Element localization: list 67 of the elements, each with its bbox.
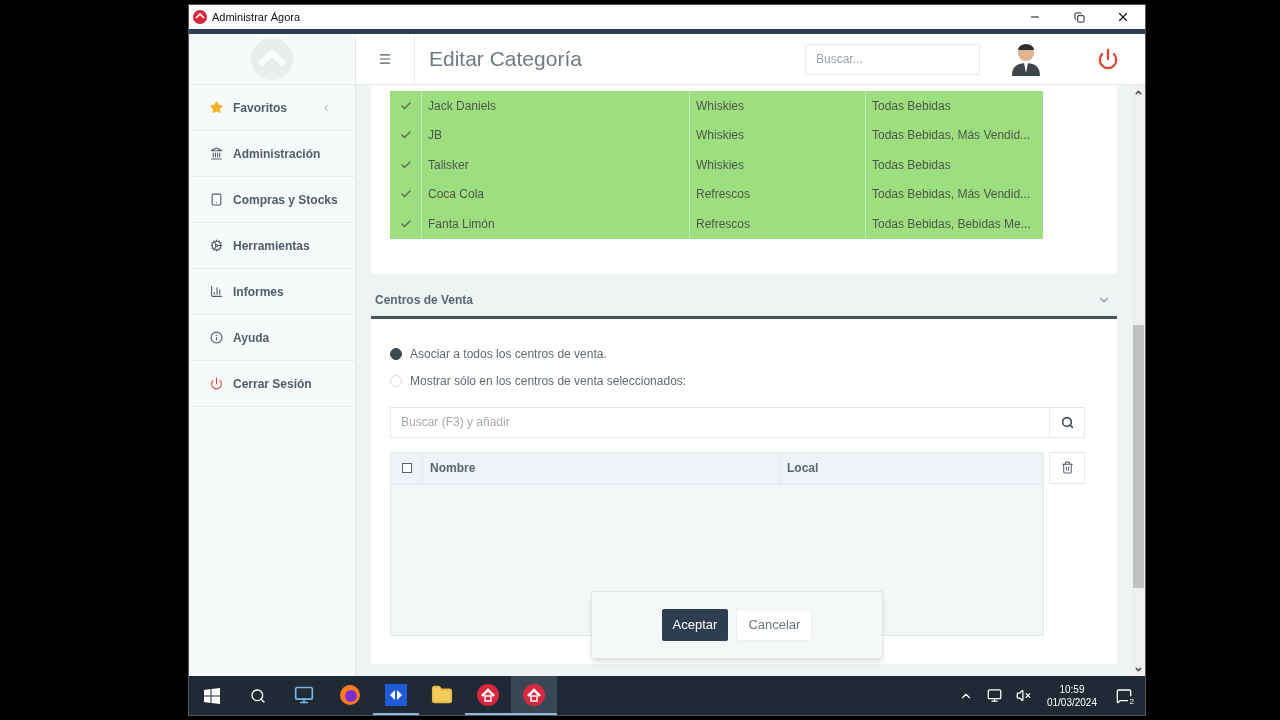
search-icon: [250, 687, 266, 704]
chevron-left-icon: [321, 102, 331, 113]
windows-logo-icon: [204, 687, 220, 704]
table-cell-text: Refrescos: [696, 186, 751, 204]
search-field[interactable]: Buscar...: [805, 43, 980, 75]
scroll-down-icon[interactable]: [1134, 665, 1143, 674]
sidebar-item[interactable]: Favoritos: [189, 85, 355, 131]
tablet-icon: [210, 193, 223, 206]
sidebar-item[interactable]: Informes: [189, 269, 355, 315]
notifications-button[interactable]: 2: [1103, 676, 1145, 715]
table-cell-text: Whiskies: [696, 127, 744, 145]
table-cell-text: Todas Bebidas: [872, 97, 951, 115]
close-icon: [1116, 10, 1130, 24]
user-avatar-icon: [1010, 42, 1042, 76]
clock[interactable]: 10:59 01/03/2024: [1040, 682, 1103, 709]
table-cell-text: Whiskies: [696, 156, 744, 174]
table-cell-text: Todas Bebidas: [872, 156, 951, 174]
sidebar-item[interactable]: Herramientas: [189, 223, 355, 269]
notification-icon: [1116, 687, 1132, 704]
power-icon[interactable]: [1097, 48, 1119, 70]
window-title: Administrar Ágora: [212, 9, 301, 25]
sidebar-item[interactable]: Cerrar Sesión: [189, 361, 355, 407]
column-header: Nombre: [430, 460, 476, 477]
app-logo-icon: [476, 682, 500, 707]
checkbox[interactable]: [401, 463, 412, 473]
table-cell-text: Todas Bebidas, Bebidas Me...: [872, 215, 1031, 233]
column-header: Local: [787, 460, 819, 477]
computer-icon: [294, 684, 314, 705]
table-cell-text: JB: [428, 127, 442, 145]
table-cell-text: Coca Cola: [428, 186, 485, 204]
table-cell-text: Whiskies: [696, 97, 744, 115]
app-logo-icon: [522, 682, 546, 707]
table-cell-text: Talisker: [428, 156, 469, 174]
radio-label: Mostrar sólo en los centros de venta seleccionados:: [410, 373, 687, 390]
table-cell-text: Todas Bebidas, Más Vendid...: [872, 127, 1031, 145]
star-icon: [210, 101, 223, 114]
table-cell-text: Todas Bebidas, Más Vendid...: [872, 186, 1031, 204]
muted-speaker-icon[interactable]: [1015, 688, 1031, 703]
search-button[interactable]: [1050, 406, 1085, 438]
taskbar-app[interactable]: [511, 676, 557, 715]
search-icon: [1060, 415, 1074, 429]
sidebar-item[interactable]: Ayuda: [189, 315, 355, 361]
table-cell-text: Fanta Limón: [428, 215, 495, 233]
search-add-field[interactable]: Buscar (F3) y añadir: [390, 406, 1050, 438]
bar-chart-icon: [210, 285, 223, 298]
app-logo-icon: [193, 10, 207, 24]
accept-button[interactable]: Aceptar: [661, 609, 729, 641]
sidebar-item[interactable]: Administración: [189, 131, 355, 177]
table-cell-text: Refrescos: [696, 215, 751, 233]
trash-icon: [1060, 461, 1074, 474]
folder-icon: [431, 683, 453, 706]
sidebar-item[interactable]: Compras y Stocks: [189, 177, 355, 223]
bank-icon: [210, 147, 223, 160]
menu-icon: [378, 52, 392, 66]
radio-label: Asociar a todos los centros de venta.: [410, 346, 607, 363]
power-icon: [210, 377, 223, 390]
table-cell-text: Jack Daniels: [428, 97, 497, 115]
scrollbar[interactable]: [1132, 85, 1145, 676]
cancel-button[interactable]: Cancelar: [736, 609, 813, 641]
scroll-up-icon[interactable]: [1134, 88, 1143, 97]
restore-icon: [1073, 11, 1085, 23]
delete-button[interactable]: [1049, 451, 1085, 484]
browser-icon: [339, 683, 361, 706]
page-title: Editar Categoría: [429, 46, 582, 73]
remote-desktop-icon: [385, 683, 407, 706]
info-icon: [210, 331, 223, 344]
radio-button[interactable]: [390, 348, 402, 360]
